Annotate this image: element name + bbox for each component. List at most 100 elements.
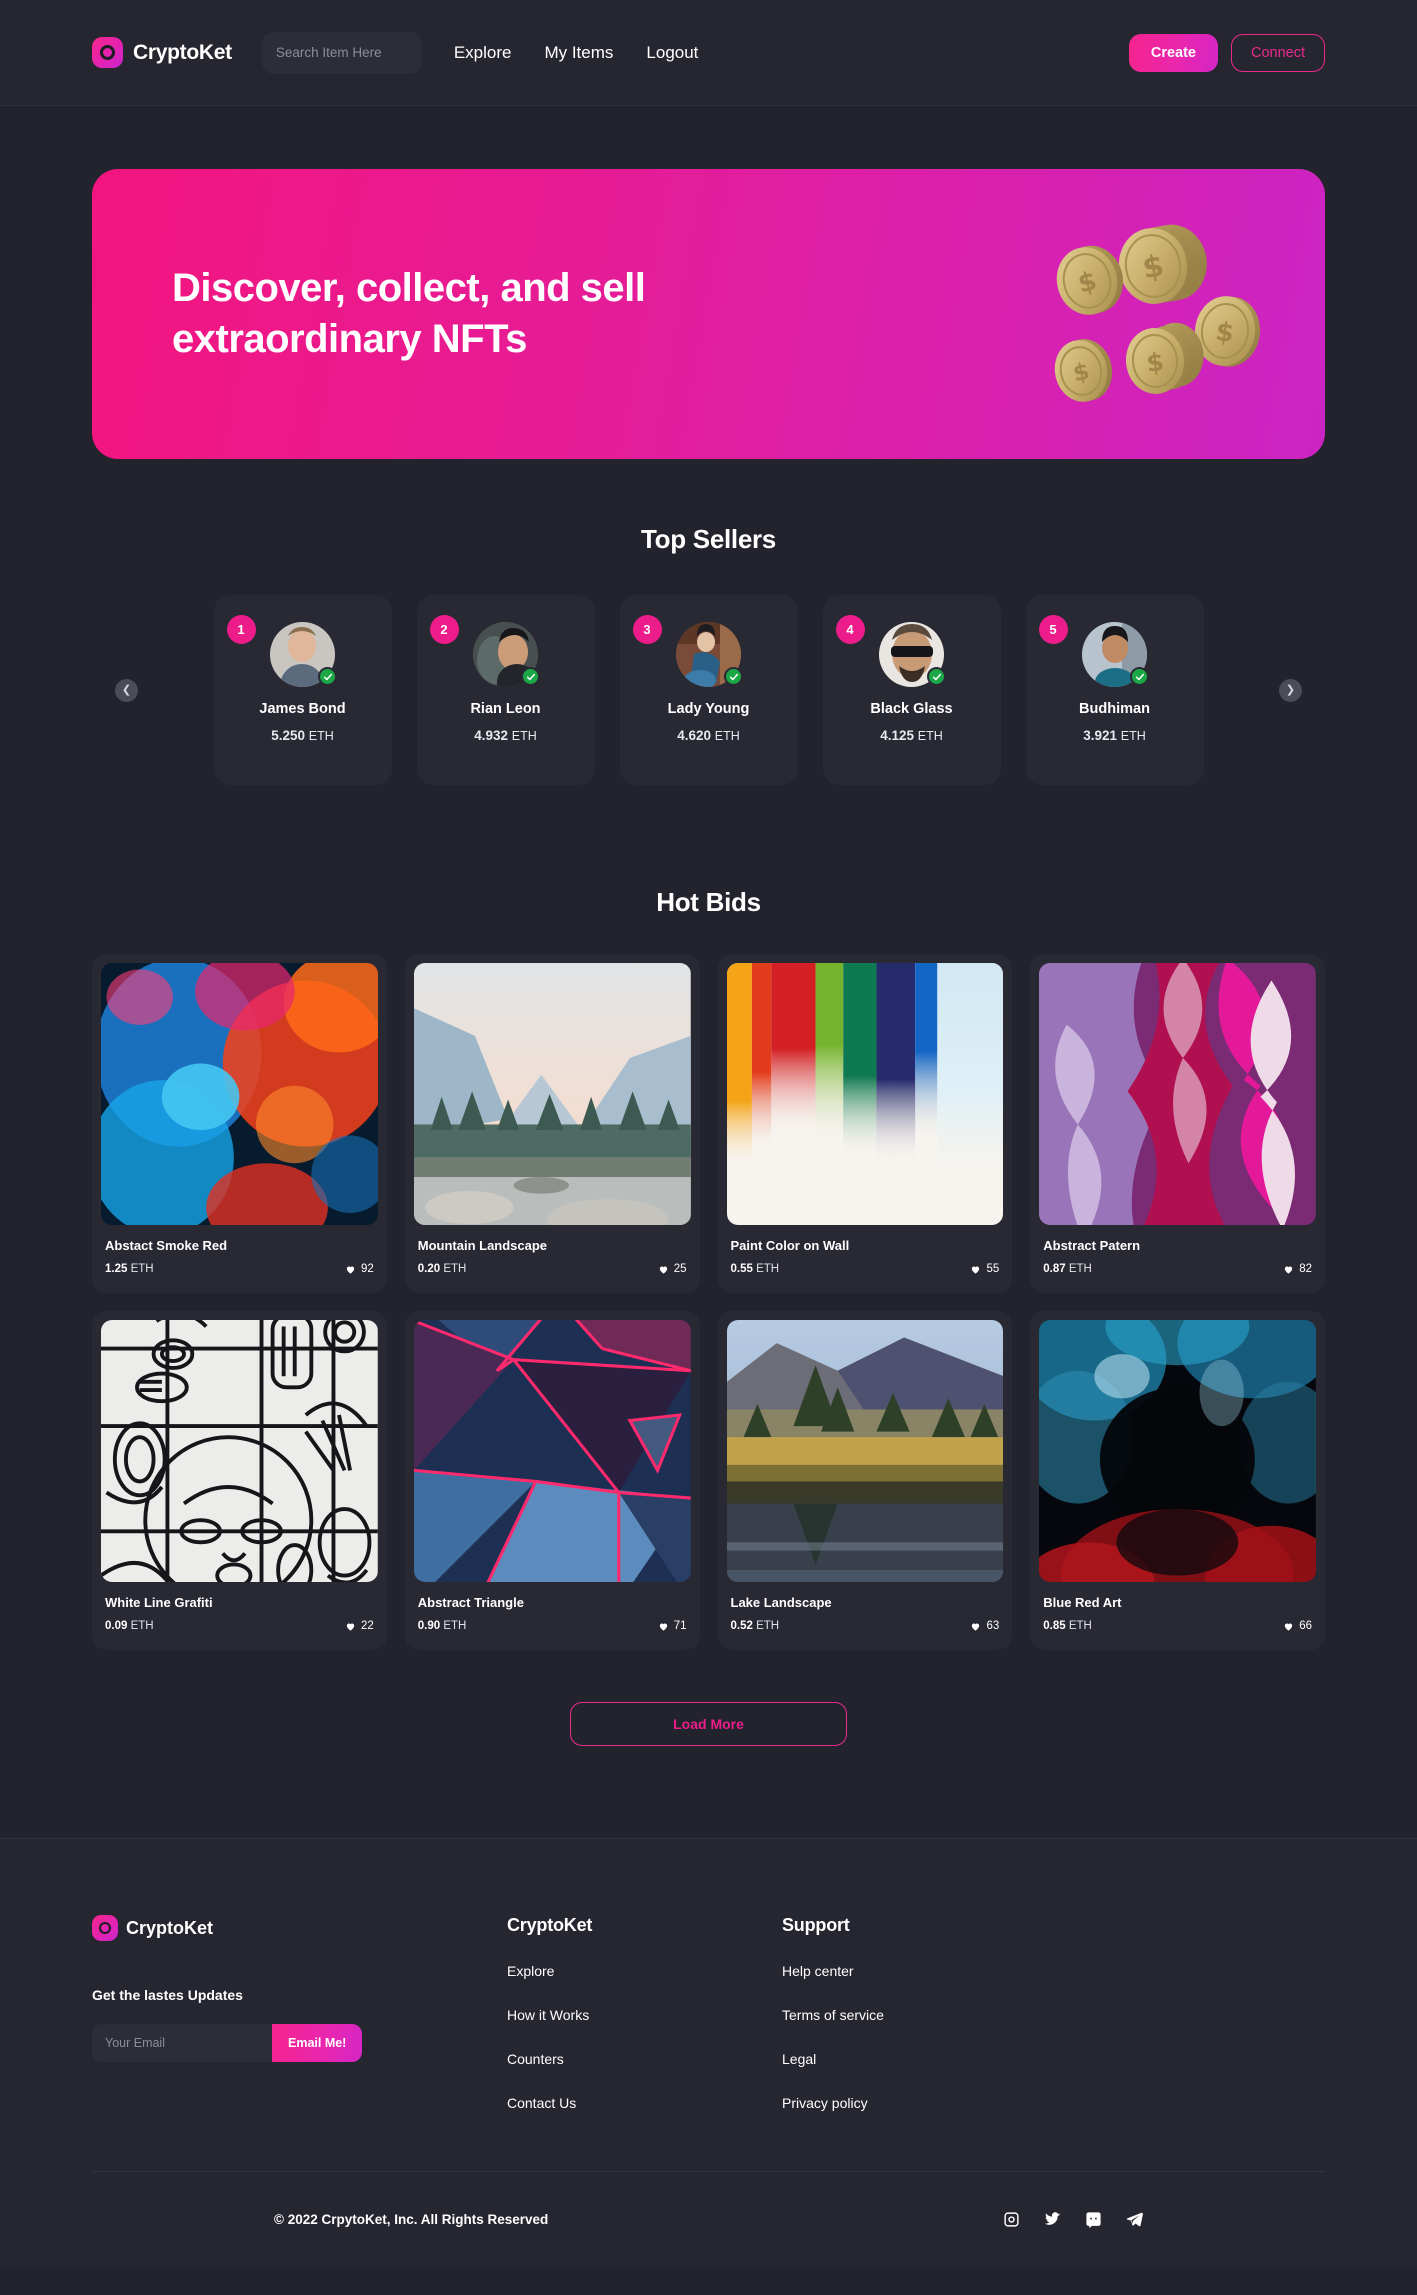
nft-price-currency: ETH [130,1620,154,1632]
cryptoket-logo-icon [92,37,123,68]
nft-name: White Line Grafiti [105,1595,213,1610]
seller-price-value: 4.125 [880,728,915,743]
create-button[interactable]: Create [1128,33,1218,72]
avatar [1082,622,1149,687]
top-sellers-title: Top Sellers [641,524,776,554]
nft-likes[interactable]: 55 [970,1263,999,1275]
nav-link-logout[interactable]: Logout [646,43,698,63]
connect-button[interactable]: Connect [1230,33,1325,72]
seller-price: 3.921 ETH [1083,728,1146,743]
footer-link-how-it-works[interactable]: How it Works [507,2007,782,2023]
seller-card[interactable]: 5 Budhiman 3.921 ETH [1025,595,1204,785]
nft-price-value: 0.52 [730,1620,753,1632]
telegram-icon[interactable] [1126,2211,1143,2228]
nav-link-my-items[interactable]: My Items [544,43,613,63]
nft-likes[interactable]: 66 [1283,1620,1312,1632]
nft-price: 0.85 ETH [1043,1620,1092,1632]
nav-links: Explore My Items Logout [454,43,699,63]
footer-link-list: Help center Terms of service Legal Priva… [782,1963,1057,2111]
rank-badge: 4 [835,615,865,644]
copyright-text: © 2022 CrpytoKet, Inc. All Rights Reserv… [274,2212,549,2227]
footer-link-help-center[interactable]: Help center [782,1963,1057,1979]
logo-ring-shape [100,45,115,60]
logo-ring-shape [99,1922,111,1934]
seller-price: 4.620 ETH [677,728,740,743]
footer-link-terms-of-service[interactable]: Terms of service [782,2007,1057,2023]
nft-card[interactable]: Abstract Patern 0.87 ETH 82 [1030,954,1325,1293]
footer-link-explore[interactable]: Explore [507,1963,782,1979]
verified-badge-icon [318,667,337,686]
nft-likes[interactable]: 92 [345,1263,374,1275]
nav-link-explore[interactable]: Explore [454,43,512,63]
nft-thumbnail [1039,963,1316,1225]
avatar [473,622,540,687]
top-sellers-carousel: ❮ 1 James Bond 5.250 ETH 2 Rian Leon 4.9… [92,595,1325,785]
chevron-left-icon[interactable]: ❮ [115,678,138,702]
nft-meta: Abstract Patern 0.87 ETH 82 [1039,1225,1316,1293]
seller-card[interactable]: 1 James Bond 5.250 ETH [213,595,392,785]
nft-thumbnail [413,963,691,1225]
rank-badge: 5 [1038,615,1068,644]
nft-price-value: 0.90 [417,1620,441,1632]
heart-icon [1285,1266,1293,1274]
nft-card[interactable]: Abstract Triangle 0.90 ETH 71 [404,1311,700,1650]
page-content: Discover, collect, and sell extraordinar… [0,169,1417,1806]
footer-link-list: Explore How it Works Counters Contact Us [507,1963,782,2111]
nft-likes[interactable]: 25 [658,1263,687,1275]
nft-thumbnail [101,1320,378,1582]
page-footer: CryptoKet Get the lastes Updates Email M… [0,1838,1417,2267]
nft-meta: Blue Red Art 0.85 ETH 66 [1039,1582,1316,1650]
hot-bids-grid: Abstact Smoke Red 1.25 ETH 92 Mountain L… [92,954,1325,1650]
nft-meta: Abstract Triangle 0.90 ETH 71 [414,1582,691,1650]
nft-price-value: 0.55 [730,1263,753,1275]
nft-price-value: 0.87 [1043,1263,1066,1275]
seller-card[interactable]: 4 Black Glass 4.125 ETH [822,595,1001,785]
nft-price-currency: ETH [130,1263,154,1275]
hot-bids-section: Hot Bids Abstact Smoke Red 1.25 ETH 92 M… [92,887,1325,1806]
nft-name: Blue Red Art [1043,1595,1122,1610]
seller-card[interactable]: 3 Lady Young 4.620 ETH [619,595,798,785]
seller-price-value: 4.932 [474,728,509,743]
nft-name: Abstact Smoke Red [105,1238,228,1253]
footer-link-privacy-policy[interactable]: Privacy policy [782,2095,1057,2111]
nft-name: Lake Landscape [730,1595,832,1610]
nft-thumbnail [1039,1320,1316,1582]
nft-card[interactable]: Abstact Smoke Red 1.25 ETH 92 [92,954,387,1293]
nft-card[interactable]: Lake Landscape 0.52 ETH 63 [717,1311,1013,1650]
nft-likes[interactable]: 63 [970,1620,999,1632]
avatar [270,622,337,687]
twitter-icon[interactable] [1044,2211,1061,2228]
hot-bids-title: Hot Bids [656,887,761,917]
nft-card[interactable]: Paint Color on Wall 0.55 ETH 55 [717,954,1013,1293]
seller-price-value: 3.921 [1083,728,1118,743]
seller-card[interactable]: 2 Rian Leon 4.932 ETH [416,595,595,785]
email-field[interactable] [92,2024,272,2062]
nft-likes[interactable]: 22 [345,1620,374,1632]
rank-badge: 2 [429,615,459,644]
heart-icon [346,1266,355,1274]
seller-name: Rian Leon [470,701,541,717]
search-input[interactable] [261,31,422,74]
instagram-icon[interactable] [1003,2211,1020,2228]
footer-link-counters[interactable]: Counters [507,2051,782,2067]
email-me-button[interactable]: Email Me! [272,2024,363,2062]
heart-icon [346,1623,355,1631]
nft-likes[interactable]: 82 [1283,1263,1312,1275]
nft-likes[interactable]: 71 [658,1620,687,1632]
footer-brand[interactable]: CryptoKet [92,1915,507,1941]
avatar [676,622,743,687]
nft-price-currency: ETH [756,1263,780,1275]
nft-card[interactable]: White Line Grafiti 0.09 ETH 22 [92,1311,387,1650]
nft-card[interactable]: Blue Red Art 0.85 ETH 66 [1030,1311,1325,1650]
footer-link-contact-us[interactable]: Contact Us [507,2095,782,2111]
seller-name: Lady Young [667,701,750,717]
nft-likes-count: 55 [986,1263,1000,1275]
discord-icon[interactable] [1085,2211,1102,2228]
brand-logo[interactable]: CryptoKet [92,37,232,68]
nft-likes-count: 92 [360,1263,374,1275]
load-more-button[interactable]: Load More [570,1702,847,1746]
nft-card[interactable]: Mountain Landscape 0.20 ETH 25 [404,954,700,1293]
top-navbar: CryptoKet Explore My Items Logout Create… [0,0,1417,106]
chevron-right-icon[interactable]: ❯ [1279,678,1302,702]
footer-link-legal[interactable]: Legal [782,2051,1057,2067]
